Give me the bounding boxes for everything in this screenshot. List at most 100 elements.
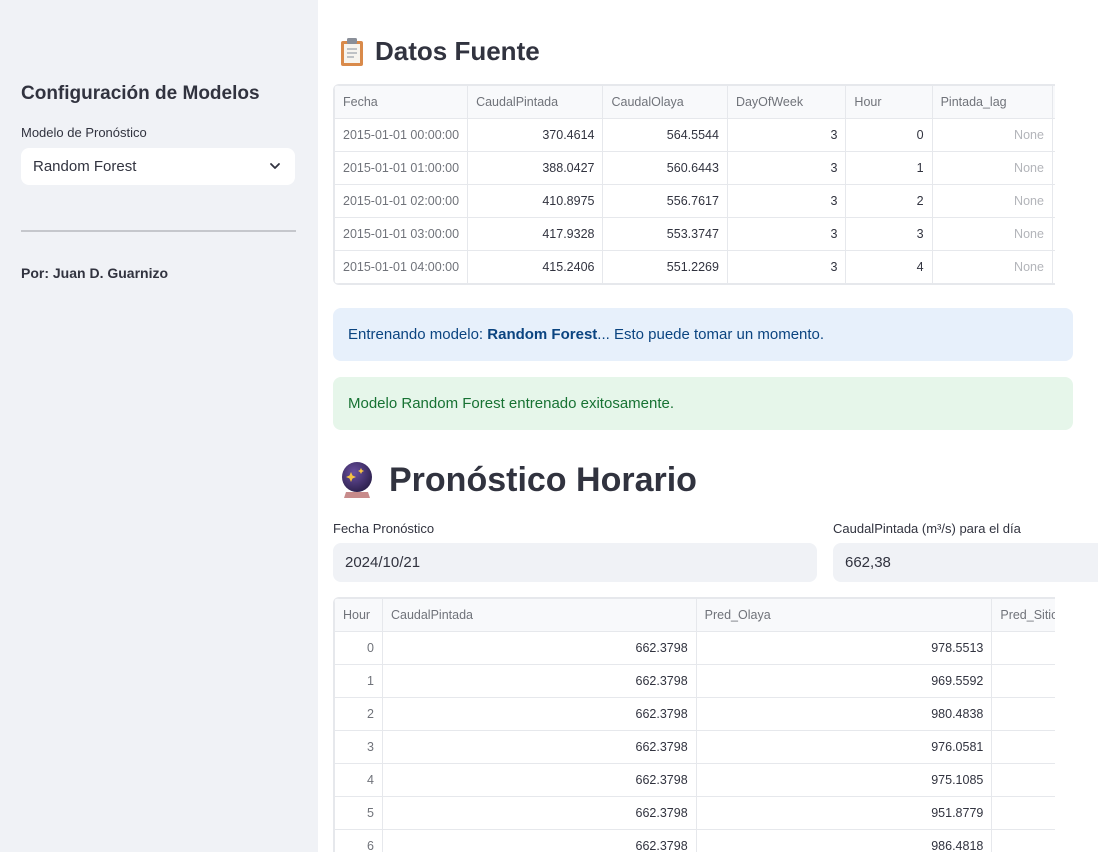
table-cell[interactable]: 2015-01-01 04:00:00 [334, 250, 469, 284]
table-row: 0 662.3798 978.5513 [334, 631, 1055, 665]
column-header-caudalpintada[interactable]: CaudalPintada [381, 598, 697, 632]
table-cell[interactable]: 388.0427 [467, 151, 604, 185]
table-cell[interactable]: 975.1085 [695, 763, 993, 797]
table-cell[interactable]: 4 [845, 250, 933, 284]
table-cell[interactable]: 986.4818 [695, 829, 993, 852]
table-cell [1051, 250, 1055, 284]
table-cell [1051, 217, 1055, 251]
flow-number-input[interactable]: 662,38 [833, 543, 1098, 582]
table-cell[interactable]: 551.2269 [602, 250, 728, 284]
table-cell[interactable]: 978.5513 [695, 631, 993, 665]
table-cell [991, 664, 1055, 698]
forecast-date-input[interactable]: 2024/10/21 [333, 543, 817, 582]
table-cell[interactable]: 976.0581 [695, 730, 993, 764]
forecast-dataframe[interactable]: Hour CaudalPintada Pred_Olaya Pred_Sitio… [333, 597, 1055, 852]
table-cell[interactable]: 560.6443 [602, 151, 728, 185]
table-cell[interactable]: 3 [334, 730, 383, 764]
table-cell[interactable]: 2015-01-01 03:00:00 [334, 217, 469, 251]
flow-input-label: CaudalPintada (m³/s) para el día [833, 521, 1021, 536]
table-cell[interactable]: 0 [334, 631, 383, 665]
source-section-heading: Datos Fuente [339, 36, 540, 67]
table-cell[interactable]: 4 [334, 763, 383, 797]
table-cell[interactable]: None [931, 151, 1053, 185]
info-alert-suffix: ... Esto puede tomar un momento. [597, 326, 825, 343]
source-table: Fecha CaudalPintada CaudalOlaya DayOfWee… [334, 85, 1055, 284]
table-cell[interactable]: 3 [726, 184, 847, 218]
table-cell[interactable]: 969.5592 [695, 664, 993, 698]
table-cell[interactable]: 662.3798 [381, 697, 697, 731]
model-select-value: Random Forest [33, 158, 137, 175]
table-cell[interactable]: 0 [845, 118, 933, 152]
table-row: 2015-01-01 03:00:00 417.9328 553.3747 3 … [334, 217, 1055, 251]
training-info-alert: Entrenando modelo: Random Forest... Esto… [333, 308, 1073, 361]
forecast-section-title: Pronóstico Horario [389, 460, 697, 499]
table-cell[interactable]: 5 [334, 796, 383, 830]
table-cell[interactable]: None [931, 250, 1053, 284]
table-cell[interactable]: 951.8779 [695, 796, 993, 830]
forecast-table: Hour CaudalPintada Pred_Olaya Pred_Sitio… [334, 598, 1055, 852]
column-header-hour[interactable]: Hour [845, 85, 933, 119]
column-header-pintada-lag[interactable]: Pintada_lag [931, 85, 1053, 119]
table-cell[interactable]: 662.3798 [381, 796, 697, 830]
info-alert-prefix: Entrenando modelo: [348, 326, 488, 343]
table-cell[interactable]: 2 [334, 697, 383, 731]
table-cell[interactable]: 553.3747 [602, 217, 728, 251]
table-cell[interactable]: 2015-01-01 02:00:00 [334, 184, 469, 218]
column-header-fecha[interactable]: Fecha [334, 85, 469, 119]
forecast-date-label: Fecha Pronóstico [333, 521, 435, 536]
column-header-overflow [1051, 85, 1055, 119]
column-header-caudalolaya[interactable]: CaudalOlaya [602, 85, 728, 119]
table-cell[interactable]: 662.3798 [381, 631, 697, 665]
column-header-pred-olaya[interactable]: Pred_Olaya [695, 598, 993, 632]
model-select-label: Modelo de Pronóstico [21, 125, 147, 140]
table-cell[interactable]: 556.7617 [602, 184, 728, 218]
model-select[interactable]: Random Forest [21, 148, 295, 185]
table-cell[interactable]: 2015-01-01 01:00:00 [334, 151, 469, 185]
main-content: Datos Fuente Fecha CaudalPintada CaudalO… [318, 0, 1098, 852]
table-cell[interactable]: 564.5544 [602, 118, 728, 152]
column-header-hour[interactable]: Hour [334, 598, 383, 632]
forecast-date-value: 2024/10/21 [345, 554, 421, 571]
clipboard-icon [341, 37, 363, 66]
sidebar-title: Configuración de Modelos [21, 83, 260, 104]
table-cell[interactable]: 3 [726, 151, 847, 185]
table-cell[interactable]: 3 [726, 250, 847, 284]
table-cell[interactable]: 980.4838 [695, 697, 993, 731]
sidebar: Configuración de Modelos Modelo de Pronó… [0, 0, 318, 852]
table-cell [991, 763, 1055, 797]
table-cell[interactable]: 3 [726, 118, 847, 152]
table-cell[interactable]: 410.8975 [467, 184, 604, 218]
table-cell [1051, 151, 1055, 185]
table-cell[interactable]: 3 [845, 217, 933, 251]
column-header-pred-sitio[interactable]: Pred_Sitio [991, 598, 1055, 632]
training-success-alert: Modelo Random Forest entrenado exitosame… [333, 377, 1073, 430]
forecast-section-heading: Pronóstico Horario [339, 460, 697, 500]
column-header-caudalpintada[interactable]: CaudalPintada [467, 85, 604, 119]
source-section-title: Datos Fuente [375, 36, 540, 66]
table-cell [991, 829, 1055, 852]
table-cell[interactable]: 415.2406 [467, 250, 604, 284]
table-cell[interactable]: 662.3798 [381, 763, 697, 797]
table-cell[interactable]: 662.3798 [381, 730, 697, 764]
table-cell[interactable]: 2015-01-01 00:00:00 [334, 118, 469, 152]
table-cell[interactable]: 1 [334, 664, 383, 698]
source-dataframe[interactable]: Fecha CaudalPintada CaudalOlaya DayOfWee… [333, 84, 1055, 287]
table-cell[interactable]: 2 [845, 184, 933, 218]
table-row: 2015-01-01 00:00:00 370.4614 564.5544 3 … [334, 118, 1055, 152]
table-row: 6 662.3798 986.4818 [334, 829, 1055, 852]
table-header-row: Fecha CaudalPintada CaudalOlaya DayOfWee… [334, 85, 1055, 119]
table-cell[interactable]: None [931, 217, 1053, 251]
table-header-row: Hour CaudalPintada Pred_Olaya Pred_Sitio [334, 598, 1055, 632]
table-cell[interactable]: None [931, 118, 1053, 152]
column-header-dayofweek[interactable]: DayOfWeek [726, 85, 847, 119]
table-cell[interactable]: 417.9328 [467, 217, 604, 251]
table-cell[interactable]: 370.4614 [467, 118, 604, 152]
table-cell[interactable]: 6 [334, 829, 383, 852]
table-cell[interactable]: 662.3798 [381, 664, 697, 698]
table-cell[interactable]: 1 [845, 151, 933, 185]
table-row: 2015-01-01 02:00:00 410.8975 556.7617 3 … [334, 184, 1055, 218]
table-cell[interactable]: 662.3798 [381, 829, 697, 852]
table-row: 2 662.3798 980.4838 [334, 697, 1055, 731]
table-cell[interactable]: None [931, 184, 1053, 218]
table-cell[interactable]: 3 [726, 217, 847, 251]
